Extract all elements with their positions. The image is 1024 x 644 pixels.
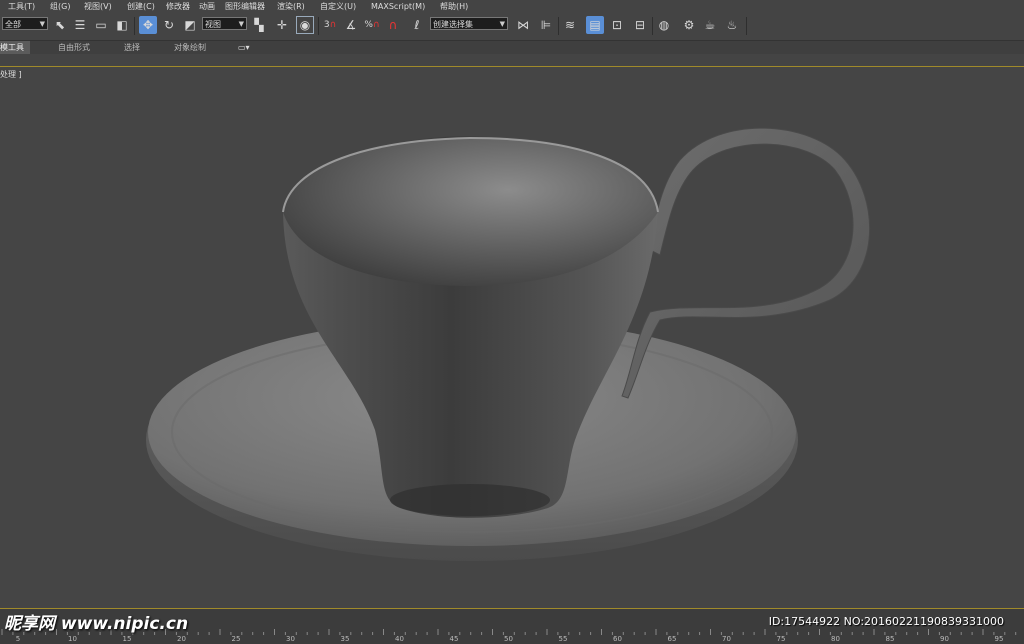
angle-snap-icon[interactable]: ∡ <box>342 16 360 34</box>
tab-object-paint[interactable]: 对象绘制 <box>174 41 206 54</box>
reference-coord-dropdown[interactable]: 视图 ▼ <box>202 17 247 30</box>
timeline-tick-label: 85 <box>886 635 895 643</box>
ribbon-options-icon[interactable]: ▭▾ <box>238 41 250 54</box>
cup-foot <box>390 484 550 516</box>
selection-filter-dropdown[interactable]: 全部 ▼ <box>2 17 48 30</box>
timeline-tick-label: 60 <box>613 635 622 643</box>
viewport-scene <box>146 127 871 561</box>
toolbar-divider <box>134 17 135 35</box>
toolbar-divider <box>652 17 653 35</box>
menu-help[interactable]: 帮助(H) <box>440 0 468 14</box>
layer-manager-icon[interactable]: ≋ <box>561 16 579 34</box>
menu-customize[interactable]: 自定义(U) <box>320 0 356 14</box>
select-by-name-icon[interactable]: ☰ <box>71 16 89 34</box>
menu-views[interactable]: 视图(V) <box>84 0 112 14</box>
menu-bar: 工具(T) 组(G) 视图(V) 创建(C) 修改器 动画 图形编辑器 渲染(R… <box>0 0 1024 14</box>
select-and-scale-icon[interactable]: ◩ <box>181 16 199 34</box>
menu-rendering[interactable]: 渲染(R) <box>277 0 305 14</box>
named-selection-dropdown[interactable]: 创建选择集 ▼ <box>430 17 508 30</box>
menu-graph-editors[interactable]: 图形编辑器 <box>225 0 265 14</box>
chevron-down-icon: ▼ <box>39 20 45 28</box>
align-icon[interactable]: ⊫ <box>537 16 555 34</box>
keyboard-shortcut-override-icon[interactable]: ◉ <box>296 16 314 34</box>
menu-animation[interactable]: 动画 <box>199 0 215 14</box>
timeline-tick-label: 65 <box>668 635 677 643</box>
schematic-view-icon[interactable]: ⊟ <box>631 16 649 34</box>
rect-selection-region-icon[interactable]: ▭ <box>92 16 110 34</box>
timeline-tick-label: 30 <box>286 635 295 643</box>
render-production-icon[interactable]: ♨ <box>723 16 741 34</box>
ribbon-tab-bar: 模工具 自由形式 选择 对象绘制 ▭▾ <box>0 41 1024 54</box>
snaps-toggle-icon[interactable]: 3 ∩ <box>321 16 339 34</box>
tab-selection[interactable]: 选择 <box>124 41 140 54</box>
selection-filter-value: 全部 <box>5 20 21 29</box>
reference-coord-value: 视图 <box>205 20 221 29</box>
timeline-tick-label: 5 <box>16 635 20 643</box>
viewport-label[interactable]: 处理 ] <box>0 69 22 80</box>
material-editor-icon[interactable]: ◍ <box>655 16 673 34</box>
edit-named-selection-icon[interactable]: ℓ <box>408 16 426 34</box>
chevron-down-icon: ▼ <box>499 20 505 28</box>
timeline-tick-label: 95 <box>995 635 1004 643</box>
chevron-down-icon: ▼ <box>238 20 244 28</box>
watermark-logo: 昵享网 www.nipic.cn <box>4 614 189 634</box>
curve-editor-icon[interactable]: ⊡ <box>608 16 626 34</box>
tab-modeling-tools[interactable]: 模工具 <box>0 41 30 54</box>
timeline-tick-label: 45 <box>450 635 459 643</box>
timeline-tick-label: 40 <box>395 635 404 643</box>
timeline-tick-label: 35 <box>341 635 350 643</box>
timeline-tick-label: 75 <box>777 635 786 643</box>
tab-freeform[interactable]: 自由形式 <box>58 41 90 54</box>
timeline-tick-label: 50 <box>504 635 513 643</box>
timeline-tick-label: 90 <box>940 635 949 643</box>
timeline-tick-label: 15 <box>123 635 132 643</box>
toolbar-divider <box>746 17 747 35</box>
spinner-snap-icon[interactable]: ∩ <box>384 16 402 34</box>
menu-tools[interactable]: 工具(T) <box>8 0 35 14</box>
watermark-id: ID:17544922 NO:20160221190839331000 <box>768 615 1004 628</box>
menu-group[interactable]: 组(G) <box>50 0 70 14</box>
timeline-tick-label: 10 <box>68 635 77 643</box>
ribbon-panel-strip <box>0 54 1024 67</box>
timeline-tick-label: 80 <box>831 635 840 643</box>
select-and-move-icon[interactable]: ✥ <box>139 16 157 34</box>
select-and-rotate-icon[interactable]: ↻ <box>160 16 178 34</box>
menu-create[interactable]: 创建(C) <box>127 0 155 14</box>
main-toolbar: 全部 ▼ ⬉ ☰ ▭ ◧ ✥ ↻ ◩ 视图 ▼ ▚ ✛ ◉ 3 ∩ ∡ % ∩ ∩ ℓ … <box>0 14 1024 41</box>
timeline-tick-label: 70 <box>722 635 731 643</box>
menu-modifiers[interactable]: 修改器 <box>166 0 190 14</box>
menu-maxscript[interactable]: MAXScript(M) <box>371 0 425 14</box>
perspective-viewport[interactable]: 处理 ] <box>0 67 1024 607</box>
render-setup-icon[interactable]: ⚙ <box>680 16 698 34</box>
select-object-icon[interactable]: ⬉ <box>51 16 69 34</box>
rendered-frame-window-icon[interactable]: ☕ <box>701 16 719 34</box>
toggle-ribbon-icon[interactable]: ▤ <box>586 16 604 34</box>
named-selection-value: 创建选择集 <box>433 20 473 29</box>
percent-snap-icon[interactable]: % ∩ <box>363 16 381 34</box>
toolbar-divider <box>558 17 559 35</box>
toolbar-divider <box>318 17 319 35</box>
timeline-tick-label: 25 <box>232 635 241 643</box>
window-crossing-icon[interactable]: ◧ <box>113 16 131 34</box>
mirror-icon[interactable]: ⋈ <box>514 16 532 34</box>
timeline-tick-label: 55 <box>559 635 568 643</box>
pivot-center-icon[interactable]: ▚ <box>250 16 268 34</box>
timeline-tick-label: 20 <box>177 635 186 643</box>
percent-snap-label: % <box>364 20 373 30</box>
select-manipulate-icon[interactable]: ✛ <box>273 16 291 34</box>
